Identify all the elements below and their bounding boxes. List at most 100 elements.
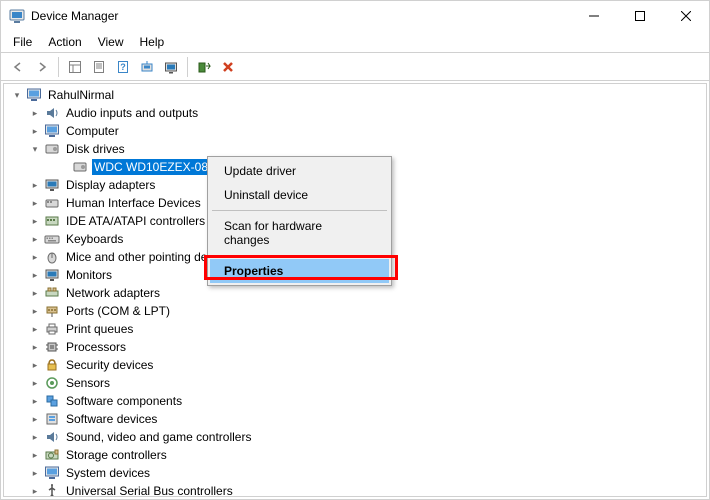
security-icon	[44, 357, 60, 373]
tree-item-system[interactable]: ▸ System devices	[4, 464, 706, 482]
chevron-right-icon[interactable]: ▸	[28, 106, 42, 120]
back-button[interactable]	[7, 56, 29, 78]
tree-item-label: Human Interface Devices	[64, 195, 203, 211]
ctx-update-driver[interactable]: Update driver	[210, 159, 389, 183]
chevron-right-icon[interactable]: ▸	[28, 430, 42, 444]
keyboard-icon	[44, 231, 60, 247]
tree-item-computer[interactable]: ▸ Computer	[4, 122, 706, 140]
minimize-button[interactable]	[571, 1, 617, 31]
toolbar: ?	[1, 53, 709, 81]
ctx-properties-label: Properties	[224, 264, 283, 278]
chevron-right-icon[interactable]: ▸	[28, 394, 42, 408]
tree-item-processors[interactable]: ▸ Processors	[4, 338, 706, 356]
chevron-right-icon[interactable]: ▸	[28, 376, 42, 390]
usb-icon	[44, 483, 60, 497]
menu-view[interactable]: View	[90, 33, 132, 51]
forward-button[interactable]	[31, 56, 53, 78]
disk-icon	[44, 141, 60, 157]
enable-device-button[interactable]	[193, 56, 215, 78]
chevron-right-icon[interactable]: ▸	[28, 250, 42, 264]
tree-item-label: System devices	[64, 465, 152, 481]
context-separator	[212, 210, 387, 211]
ctx-scan-hardware[interactable]: Scan for hardware changes	[210, 214, 389, 252]
disk-icon	[72, 159, 88, 175]
tree-item-usb[interactable]: ▸ Universal Serial Bus controllers	[4, 482, 706, 497]
tree-item-label: Print queues	[64, 321, 135, 337]
tree-item-label: Audio inputs and outputs	[64, 105, 200, 121]
maximize-button[interactable]	[617, 1, 663, 31]
tree-item-label: Keyboards	[64, 231, 125, 247]
close-button[interactable]	[663, 1, 709, 31]
uninstall-device-button[interactable]	[217, 56, 239, 78]
menu-help[interactable]: Help	[132, 33, 173, 51]
tree-item-label: Display adapters	[64, 177, 157, 193]
display-icon	[44, 177, 60, 193]
help-button[interactable]: ?	[112, 56, 134, 78]
chevron-right-icon[interactable]: ▸	[28, 196, 42, 210]
tree-item-sw-devices[interactable]: ▸ Software devices	[4, 410, 706, 428]
tree-item-label: IDE ATA/ATAPI controllers	[64, 213, 207, 229]
update-driver-button[interactable]	[160, 56, 182, 78]
tree-item-label: Computer	[64, 123, 121, 139]
tree-root[interactable]: ▾ RahulNirmal	[4, 86, 706, 104]
tree-item-label: Storage controllers	[64, 447, 169, 463]
tree-item-storage[interactable]: ▸ Storage controllers	[4, 446, 706, 464]
tree-item-sensors[interactable]: ▸ Sensors	[4, 374, 706, 392]
properties-button[interactable]	[88, 56, 110, 78]
title-bar: Device Manager	[1, 1, 709, 31]
cpu-icon	[44, 339, 60, 355]
app-icon	[9, 8, 25, 24]
tree-item-label: Universal Serial Bus controllers	[64, 483, 235, 497]
monitor-icon	[44, 267, 60, 283]
chevron-right-icon[interactable]: ▸	[28, 304, 42, 318]
chevron-right-icon[interactable]: ▸	[28, 322, 42, 336]
show-hide-tree-button[interactable]	[64, 56, 86, 78]
tree-item-ports[interactable]: ▸ Ports (COM & LPT)	[4, 302, 706, 320]
toolbar-separator	[187, 57, 188, 77]
tree-item-label: Security devices	[64, 357, 155, 373]
chevron-down-icon[interactable]: ▾	[10, 88, 24, 102]
svg-text:?: ?	[120, 62, 126, 72]
tree-item-label: Processors	[64, 339, 128, 355]
scan-hardware-button[interactable]	[136, 56, 158, 78]
window-title: Device Manager	[31, 9, 118, 23]
tree-item-label: Software devices	[64, 411, 159, 427]
tree-root-label: RahulNirmal	[46, 87, 116, 103]
computer-icon	[26, 87, 42, 103]
tree-item-network[interactable]: ▸ Network adapters	[4, 284, 706, 302]
chevron-right-icon[interactable]: ▸	[28, 232, 42, 246]
tree-item-sw-components[interactable]: ▸ Software components	[4, 392, 706, 410]
menu-action[interactable]: Action	[40, 33, 89, 51]
ctx-uninstall[interactable]: Uninstall device	[210, 183, 389, 207]
storage-icon	[44, 447, 60, 463]
audio-icon	[44, 105, 60, 121]
chevron-right-icon[interactable]: ▸	[28, 340, 42, 354]
ports-icon	[44, 303, 60, 319]
ctx-properties[interactable]: Properties	[210, 259, 389, 283]
tree-item-audio[interactable]: ▸ Audio inputs and outputs	[4, 104, 706, 122]
printer-icon	[44, 321, 60, 337]
tree-item-security[interactable]: ▸ Security devices	[4, 356, 706, 374]
tree-item-printqueues[interactable]: ▸ Print queues	[4, 320, 706, 338]
context-separator	[212, 255, 387, 256]
chevron-right-icon[interactable]: ▸	[28, 358, 42, 372]
chevron-right-icon[interactable]: ▸	[28, 268, 42, 282]
menu-file[interactable]: File	[5, 33, 40, 51]
tree-item-label: Software components	[64, 393, 184, 409]
device-tree[interactable]: ▾ RahulNirmal ▸ Audio inputs and outputs…	[3, 83, 707, 497]
chevron-down-icon[interactable]: ▾	[28, 142, 42, 156]
chevron-right-icon[interactable]: ▸	[28, 178, 42, 192]
chevron-right-icon[interactable]: ▸	[28, 412, 42, 426]
chevron-right-icon[interactable]: ▸	[28, 124, 42, 138]
chevron-right-icon[interactable]: ▸	[28, 214, 42, 228]
menu-bar: File Action View Help	[1, 31, 709, 53]
computer-icon	[44, 123, 60, 139]
mouse-icon	[44, 249, 60, 265]
chevron-right-icon[interactable]: ▸	[28, 484, 42, 497]
tree-item-sound[interactable]: ▸ Sound, video and game controllers	[4, 428, 706, 446]
chevron-right-icon[interactable]: ▸	[28, 448, 42, 462]
sensor-icon	[44, 375, 60, 391]
tree-item-label: Sensors	[64, 375, 112, 391]
chevron-right-icon[interactable]: ▸	[28, 466, 42, 480]
chevron-right-icon[interactable]: ▸	[28, 286, 42, 300]
